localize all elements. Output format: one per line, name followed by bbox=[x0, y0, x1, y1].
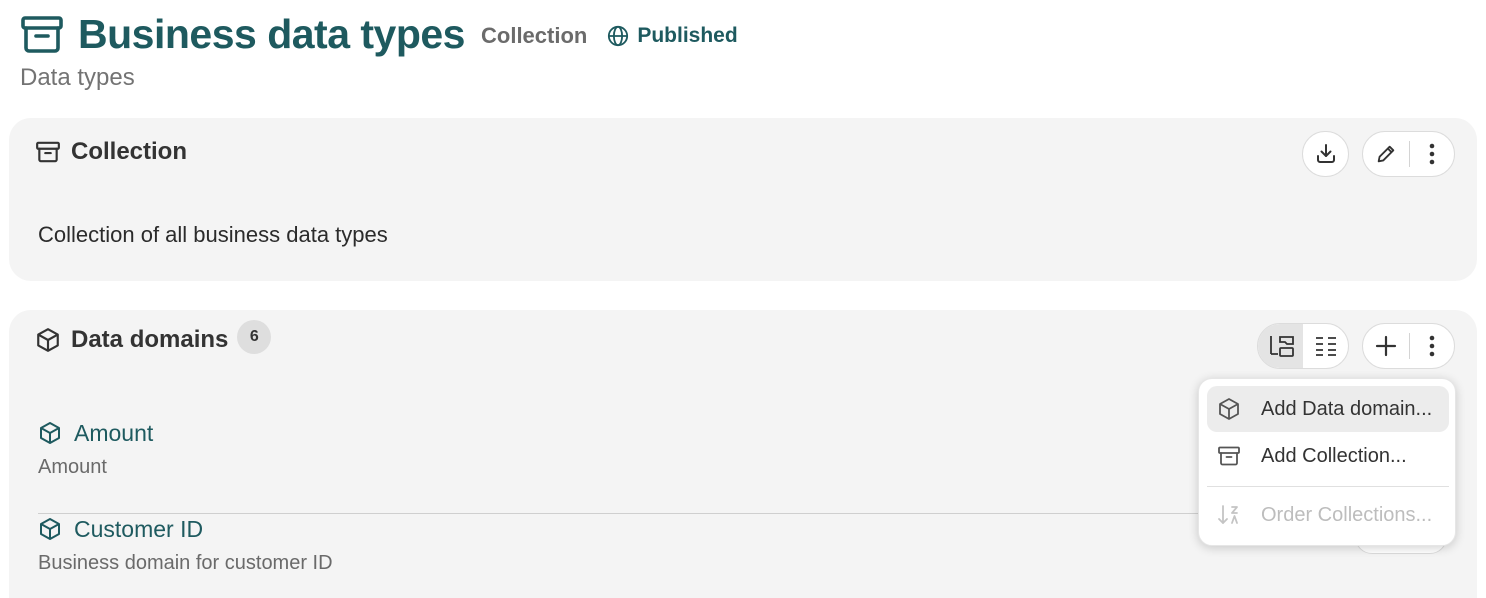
pencil-icon bbox=[1377, 145, 1394, 163]
download-button[interactable] bbox=[1302, 131, 1349, 177]
list-item[interactable]: Amount Amount bbox=[38, 418, 1200, 514]
collection-description: Collection of all business data types bbox=[38, 222, 388, 247]
title-row: Business data types Collection Published bbox=[20, 8, 1466, 60]
menu-item-label: Add Collection... bbox=[1261, 444, 1407, 467]
list-item[interactable]: Customer ID Business domain for customer… bbox=[38, 514, 1200, 598]
status-badge: Published bbox=[607, 24, 738, 48]
edit-button[interactable] bbox=[1363, 132, 1409, 176]
more-options-button[interactable] bbox=[1409, 324, 1454, 368]
menu-item-add-collection[interactable]: Add Collection... bbox=[1207, 433, 1449, 479]
cube-icon bbox=[35, 327, 61, 353]
cube-icon bbox=[38, 420, 64, 446]
item-name-row: Amount bbox=[38, 418, 153, 448]
type-label: Collection bbox=[481, 23, 588, 48]
tree-view-button[interactable] bbox=[1258, 324, 1303, 368]
add-actions-group bbox=[1362, 323, 1455, 369]
count-badge: 6 bbox=[237, 320, 272, 354]
more-vertical-icon bbox=[1429, 335, 1435, 357]
menu-item-label: Add Data domain... bbox=[1261, 397, 1433, 420]
data-domain-list: Amount Amount Customer ID Business domai… bbox=[38, 418, 1200, 598]
download-icon bbox=[1316, 144, 1335, 163]
page-title: Business data types bbox=[78, 10, 466, 57]
add-menu: Add Data domain... Add Collection... Ord… bbox=[1198, 378, 1456, 546]
add-button[interactable] bbox=[1363, 324, 1409, 368]
sort-icon bbox=[1217, 502, 1243, 528]
item-description: Business domain for customer ID bbox=[38, 552, 333, 574]
collection-card-title: Collection bbox=[71, 138, 188, 165]
more-vertical-icon bbox=[1429, 143, 1435, 165]
item-description: Amount bbox=[38, 456, 107, 478]
data-domains-header: Data domains 6 bbox=[35, 320, 272, 354]
cube-icon bbox=[1217, 396, 1243, 422]
item-name-link[interactable]: Amount bbox=[74, 420, 153, 447]
archive-icon bbox=[35, 139, 61, 165]
menu-item-order-collections: Order Collections... bbox=[1207, 492, 1449, 538]
item-name-link[interactable]: Customer ID bbox=[74, 516, 203, 543]
archive-icon bbox=[1217, 443, 1243, 469]
menu-item-add-data-domain[interactable]: Add Data domain... bbox=[1207, 386, 1449, 432]
item-name-row: Customer ID bbox=[38, 514, 203, 544]
collection-card-header: Collection bbox=[35, 138, 187, 166]
archive-icon bbox=[20, 12, 64, 56]
menu-divider bbox=[1207, 486, 1449, 487]
page-subtitle: Data types bbox=[20, 64, 135, 91]
list-view-button[interactable] bbox=[1303, 324, 1348, 368]
plus-icon bbox=[1375, 335, 1396, 357]
collection-card: Collection Collection of all business da… bbox=[9, 118, 1477, 281]
menu-item-label: Order Collections... bbox=[1261, 503, 1433, 526]
list-view-icon bbox=[1315, 337, 1336, 356]
page-header: Business data types Collection Published… bbox=[20, 8, 1466, 92]
view-toggle-group bbox=[1257, 323, 1349, 369]
data-domains-title: Data domains bbox=[71, 326, 229, 353]
globe-icon bbox=[608, 25, 629, 47]
status-label: Published bbox=[637, 24, 738, 47]
cube-icon bbox=[38, 516, 64, 542]
more-options-button[interactable] bbox=[1409, 132, 1454, 176]
edit-actions-group bbox=[1362, 131, 1455, 177]
tree-view-icon bbox=[1269, 336, 1294, 357]
